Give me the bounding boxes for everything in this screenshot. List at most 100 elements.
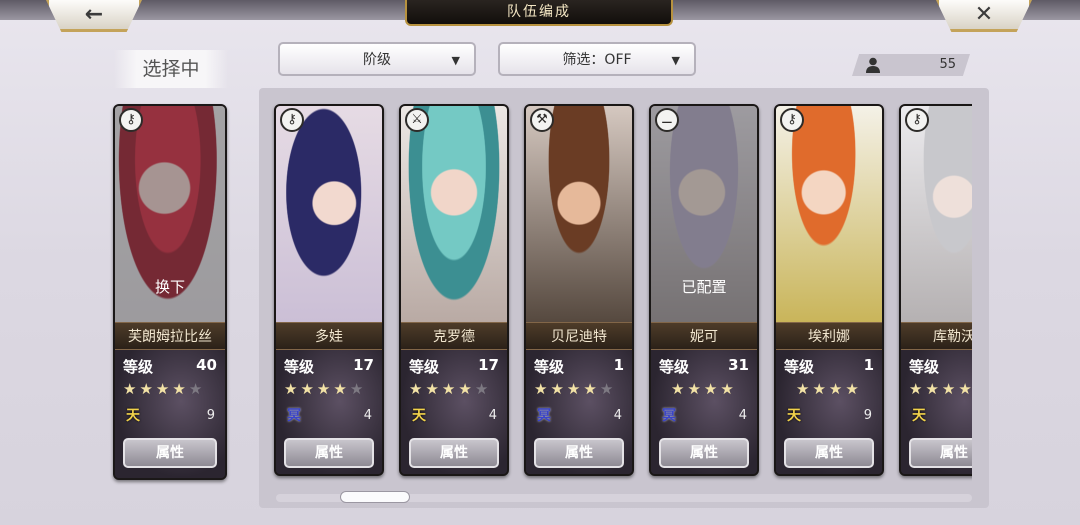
key-icon: ⚷ [119,108,143,132]
sort-dropdown-label: 阶级 [363,52,391,68]
level-row: 等级 40 [123,356,217,376]
level-label: 等级 [659,358,690,376]
character-card[interactable]: ⚷ 库勒沃 等级 ★★★★ 天 属性 [899,104,972,476]
key-icon: ⚷ [280,108,304,132]
star-filled-icon: ★ [703,380,721,398]
level-label: 等级 [409,358,440,376]
star-filled-icon: ★ [687,380,704,398]
sky-attribute-icon: 天 [912,408,926,424]
key-icon: ⚷ [780,108,804,132]
star-empty-icon: ★ [599,380,617,398]
character-card[interactable]: ⚔ 克罗德 等级 17 ★★★★★ 天 4 属性 [399,104,509,476]
swap-out-label[interactable]: 换下 [115,276,225,297]
level-value: 17 [353,356,374,374]
dark-attribute-icon: 冥 [537,408,551,424]
dark-attribute-icon: 冥 [287,408,301,424]
rarity-stars: ★★★★★ [534,380,616,398]
rarity-stars: ★★★★★ [123,380,205,398]
star-filled-icon: ★ [909,380,926,398]
character-info: 等级 ★★★★ 天 属性 [901,350,972,474]
character-card[interactable]: ⚷ 多娃 等级 17 ★★★★★ 冥 4 属性 [274,104,384,476]
filter-dropdown[interactable]: 筛选：OFF ▼ [498,42,696,76]
level-row: 等级 17 [284,356,374,376]
rarity-stars: ★★★★ [671,380,737,398]
character-info: 等级 31 ★★★★ 冥 4 属性 [651,350,757,474]
star-filled-icon: ★ [845,380,862,398]
person-icon [866,57,880,73]
character-name: 芙朗姆拉比丝 [115,322,225,350]
character-info: 等级 17 ★★★★★ 天 4 属性 [401,350,507,474]
star-filled-icon: ★ [316,380,334,398]
star-filled-icon: ★ [796,380,813,398]
star-filled-icon: ★ [941,380,959,398]
star-filled-icon: ★ [458,380,475,398]
attributes-button[interactable]: 属性 [123,438,217,468]
sort-dropdown[interactable]: 阶级 ▼ [278,42,476,76]
sky-attribute-icon: 天 [787,408,801,424]
star-filled-icon: ★ [172,380,189,398]
scrollbar-thumb[interactable] [340,491,410,503]
back-button[interactable]: ← [46,0,142,32]
rarity-stars: ★★★★★ [409,380,491,398]
star-filled-icon: ★ [155,380,173,398]
attribute-count: 9 [863,408,872,423]
rarity-stars: ★★★★★ [284,380,366,398]
star-filled-icon: ★ [441,380,459,398]
attributes-button[interactable]: 属性 [784,438,874,468]
level-label: 等级 [123,358,154,376]
character-portrait [776,106,882,322]
star-filled-icon: ★ [566,380,584,398]
attribute-count: 9 [206,408,215,423]
page-title: 队伍编成 [405,0,673,26]
character-info: 等级 40 ★★★★★ 天 9 属性 [115,350,225,478]
star-filled-icon: ★ [720,380,737,398]
character-name: 妮可 [651,322,757,350]
star-filled-icon: ★ [828,380,846,398]
character-portrait [901,106,972,322]
caret-down-icon: ▼ [451,54,460,67]
character-portrait [401,106,507,322]
level-value: 17 [478,356,499,374]
close-icon: ✕ [974,2,994,27]
star-filled-icon: ★ [425,380,442,398]
character-name: 埃利娜 [776,322,882,350]
star-filled-icon: ★ [284,380,301,398]
character-card[interactable]: 已配置 ⚊ 妮可 等级 31 ★★★★ 冥 4 属性 [649,104,759,476]
character-portrait [526,106,632,322]
star-filled-icon: ★ [534,380,551,398]
sky-attribute-icon: 天 [412,408,426,424]
attributes-button[interactable]: 属性 [909,438,972,468]
star-filled-icon: ★ [123,380,140,398]
blade-icon: ⚊ [655,108,679,132]
character-list[interactable]: ⚷ 多娃 等级 17 ★★★★★ 冥 4 属性 ⚔ 克罗德 等级 17 ★★★★… [268,100,972,485]
rarity-stars: ★★★★ [796,380,862,398]
star-filled-icon: ★ [958,380,972,398]
star-filled-icon: ★ [812,380,829,398]
selected-character-card[interactable]: 换下 ⚷ 芙朗姆拉比丝 等级 40 ★★★★★ 天 9 属性 [113,104,227,480]
sword-icon: ⚔ [405,108,429,132]
attribute-count: 4 [363,408,372,423]
dark-attribute-icon: 冥 [662,408,676,424]
star-empty-icon: ★ [474,380,492,398]
character-portrait [276,106,382,322]
character-name: 贝尼迪特 [526,322,632,350]
member-count-value: 55 [939,57,956,72]
level-row: 等级 1 [534,356,624,376]
character-card[interactable]: ⚒ 贝尼迪特 等级 1 ★★★★★ 冥 4 属性 [524,104,634,476]
selecting-label: 选择中 [114,50,228,88]
attributes-button[interactable]: 属性 [534,438,624,468]
level-label: 等级 [784,358,815,376]
attributes-button[interactable]: 属性 [409,438,499,468]
character-info: 等级 1 ★★★★ 天 9 属性 [776,350,882,474]
character-card[interactable]: ⚷ 埃利娜 等级 1 ★★★★ 天 9 属性 [774,104,884,476]
star-filled-icon: ★ [409,380,426,398]
level-value: 40 [196,356,217,374]
close-button[interactable]: ✕ [936,0,1032,32]
attributes-button[interactable]: 属性 [659,438,749,468]
key-icon: ⚷ [905,108,929,132]
attribute-count: 4 [488,408,497,423]
level-value: 1 [613,356,624,374]
attribute-count: 4 [738,408,747,423]
attributes-button[interactable]: 属性 [284,438,374,468]
star-filled-icon: ★ [333,380,350,398]
